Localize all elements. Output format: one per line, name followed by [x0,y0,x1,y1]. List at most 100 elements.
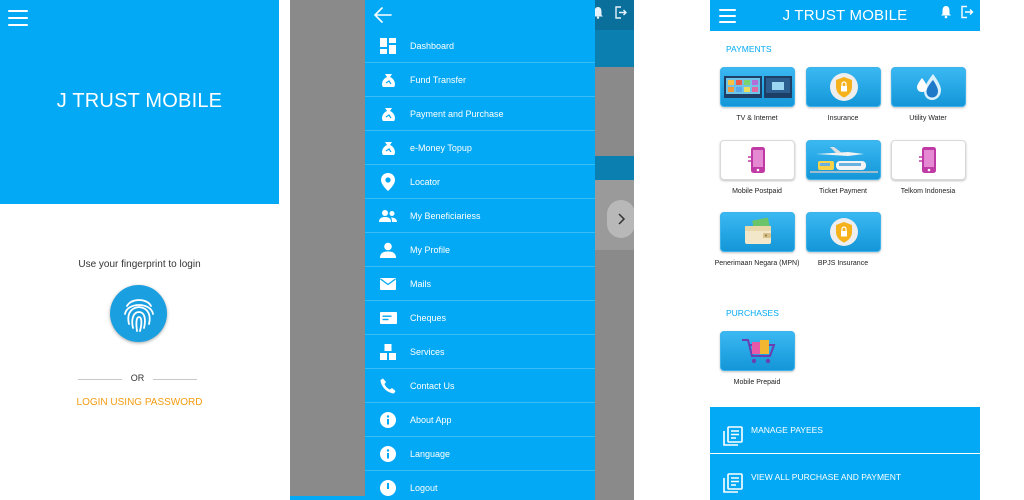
logout-icon[interactable] [960,5,974,19]
manage-payees-button[interactable]: MANAGE PAYEES [710,407,980,453]
menu-item-label: My Profile [410,244,451,255]
navigation-drawer: Dashboard Fund Transfer Payment and Purc… [365,0,595,500]
wallet-icon [744,217,771,244]
mobile-phone-icon [918,147,936,173]
info-icon [379,411,397,429]
menu-item-label: Language [410,448,451,459]
menu-item-label: Services [410,346,445,357]
cheque-icon [379,309,397,327]
money-bag-icon [379,71,397,89]
menu-item-emoney-topup[interactable]: e-Money Topup [365,131,595,165]
menu-item-language[interactable]: Language [365,437,595,471]
menu-item-locator[interactable]: Locator [365,165,595,199]
menu-item-label: My Beneficiariess [410,210,481,221]
tile-label-ticket-payment: Ticket Payment [819,188,867,195]
list-icon [723,426,743,446]
payments-section-label: PAYMENTS [726,44,772,54]
tile-utility-water[interactable] [891,67,966,107]
menu-item-label: Cheques [410,312,447,323]
fingerprint-prompt: Use your fingerprint to login [78,259,201,270]
menu-item-label: Contact Us [410,380,455,391]
back-arrow-icon[interactable] [373,6,393,24]
menu-item-my-beneficiaries[interactable]: My Beneficiariess [365,199,595,233]
hamburger-menu-icon[interactable] [8,10,28,26]
background-card-header [595,156,634,180]
next-arrow-button[interactable] [607,200,634,238]
menu-item-label: Mails [410,278,432,289]
menu-item-logout[interactable]: Logout [365,471,595,500]
tile-mobile-prepaid[interactable] [720,331,795,371]
menu-item-payment-and-purchase[interactable]: Payment and Purchase [365,97,595,131]
shopping-cart-icon [741,339,775,364]
menu-item-services[interactable]: Services [365,335,595,369]
drawer-screen: Dashboard Fund Transfer Payment and Purc… [290,0,634,500]
tile-ticket-payment[interactable] [806,140,881,180]
people-icon [379,207,397,225]
menu-item-label: About App [410,414,452,425]
info-icon [379,445,397,463]
tile-insurance[interactable] [806,67,881,107]
chevron-right-icon [618,213,626,225]
insurance-shield-icon [829,73,858,101]
app-title: J TRUST MOBILE [56,90,223,112]
tile-tv-internet[interactable] [720,67,795,107]
mobile-phone-icon [747,147,765,173]
background-strip [290,496,365,500]
logout-icon [615,6,628,19]
mail-icon [379,275,397,293]
phone-icon [379,377,397,395]
tile-bpjs-insurance[interactable] [806,212,881,252]
tile-telkom-indonesia[interactable] [891,140,966,180]
menu-item-dashboard[interactable]: Dashboard [365,29,595,63]
purchases-section-label: PURCHASES [726,308,779,318]
menu-item-contact-us[interactable]: Contact Us [365,369,595,403]
menu-item-my-profile[interactable]: My Profile [365,233,595,267]
tile-label-penerimaan-negara: Penerimaan Negara (MPN) [714,260,800,267]
fingerprint-icon [123,298,154,332]
view-all-purchase-payment-button[interactable]: VIEW ALL PURCHASE AND PAYMENT [710,454,980,500]
login-using-password-link[interactable]: LOGIN USING PASSWORD [0,397,279,408]
manage-payees-label: MANAGE PAYEES [751,425,823,435]
tile-label-mobile-postpaid: Mobile Postpaid [732,188,782,195]
menu-item-label: Payment and Purchase [410,108,504,119]
menu-item-label: Fund Transfer [410,74,467,85]
menu-item-label: Locator [410,176,441,187]
top-app-bar: J TRUST MOBILE [710,0,980,31]
menu-item-fund-transfer[interactable]: Fund Transfer [365,63,595,97]
services-icon [379,343,397,361]
tile-label-utility-water: Utility Water [909,115,947,122]
background-header-icons [592,6,628,24]
money-bag-icon [379,105,397,123]
or-label: OR [130,373,145,383]
drawer-menu-list: Dashboard Fund Transfer Payment and Purc… [365,29,595,500]
person-icon [379,241,397,259]
tile-mobile-postpaid[interactable] [720,140,795,180]
bell-icon[interactable] [940,5,952,19]
login-header: J TRUST MOBILE [0,0,279,204]
tv-icon [723,76,792,98]
menu-item-about-app[interactable]: About App [365,403,595,437]
view-all-label: VIEW ALL PURCHASE AND PAYMENT [751,472,902,482]
list-icon [723,473,743,493]
fingerprint-login-button[interactable] [110,285,167,342]
menu-item-label: Dashboard [410,40,455,51]
tile-label-bpjs-insurance: BPJS Insurance [817,260,869,267]
header-actions [940,5,974,19]
menu-item-label: Logout [410,482,438,493]
logout-icon [379,479,397,497]
dashboard-icon [379,37,397,55]
tile-label-telkom-indonesia: Telkom Indonesia [900,188,956,195]
tile-label-mobile-prepaid: Mobile Prepaid [733,379,781,386]
insurance-shield-icon [829,218,858,246]
money-bag-icon [379,139,397,157]
transport-icon [809,147,878,173]
menu-item-label: e-Money Topup [410,142,472,153]
tile-penerimaan-negara[interactable] [720,212,795,252]
login-screen: J TRUST MOBILE Use your fingerprint to l… [0,0,279,500]
tile-label-tv-internet: TV & Internet [736,115,778,122]
tile-label-insurance: Insurance [827,115,859,122]
menu-item-mails[interactable]: Mails [365,267,595,301]
or-divider: OR [78,373,197,385]
payments-screen: J TRUST MOBILE PAYMENTS TV & Internet In… [710,0,980,500]
menu-item-cheques[interactable]: Cheques [365,301,595,335]
